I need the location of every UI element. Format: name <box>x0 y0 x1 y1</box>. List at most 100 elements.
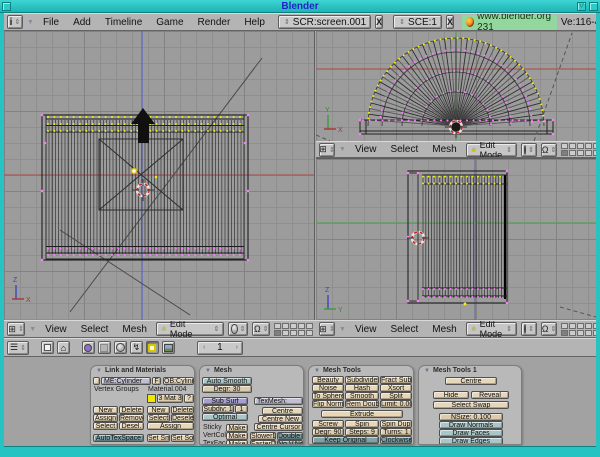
vgroup-select-button[interactable]: Select <box>93 422 118 430</box>
fract-subd-button[interactable]: Fract Subd <box>380 376 412 384</box>
centre-button[interactable]: Centre <box>262 407 303 415</box>
menu-game[interactable]: Game <box>151 17 188 28</box>
mesh-browse-button[interactable] <box>93 377 100 385</box>
turns-field[interactable]: Turns: 1 <box>380 428 412 436</box>
collapse-menus-icon[interactable]: ▼ <box>339 326 346 333</box>
pivot-button[interactable]: Ω⇕ <box>252 322 270 336</box>
vp-menu-view[interactable]: View <box>350 144 382 155</box>
extrude-dup-button[interactable]: Extrude Dup <box>312 444 362 445</box>
layer-toggle[interactable] <box>593 150 596 156</box>
texface-make-button[interactable]: Make <box>226 440 248 445</box>
panel-mesh[interactable]: ▼ Mesh Auto Smooth Degr: 30 Sub Surf Sub… <box>199 365 304 445</box>
scene-context-button[interactable] <box>162 341 175 354</box>
menu-help[interactable]: Help <box>239 17 270 28</box>
subsurf-toggle[interactable]: Sub Surf <box>202 397 248 405</box>
vp-menu-mesh[interactable]: Mesh <box>117 324 151 335</box>
panel-collapse-icon[interactable]: ▼ <box>205 368 211 374</box>
layer-toggle[interactable] <box>298 330 305 336</box>
layer-toggle[interactable] <box>569 330 576 336</box>
draw-normals-toggle[interactable]: Draw Normals <box>439 421 503 429</box>
flip-normals-button[interactable]: Flip Norm <box>312 400 344 408</box>
layer-toggle[interactable] <box>577 143 584 149</box>
vgroup-deselect-button[interactable]: Desel. <box>119 422 144 430</box>
extrude-button[interactable]: Extrude <box>321 410 403 418</box>
to-sphere-button[interactable]: To Sphere <box>312 392 344 400</box>
layer-toggle[interactable] <box>306 330 313 336</box>
mode-dropdown[interactable]: ▲ Edit Mode ⇕ <box>466 143 517 157</box>
menu-timeline[interactable]: Timeline <box>100 17 147 28</box>
panel-header[interactable]: ▼ Link and Materials <box>96 367 166 374</box>
mesh-name-field[interactable]: ME:Cylinder <box>101 377 151 385</box>
window-type-button-buttons[interactable]: ☰ ⇕ <box>7 341 29 355</box>
draw-mode-button[interactable]: ⇕ <box>228 322 248 336</box>
window-shade-button[interactable]: ▽ <box>577 2 586 11</box>
smooth-button[interactable]: Smooth <box>345 392 379 400</box>
vp-menu-view[interactable]: View <box>40 324 72 335</box>
centre-new-button[interactable]: Centre New <box>258 415 303 423</box>
subdiv-render-field[interactable]: 1 <box>235 405 248 413</box>
script-context-button[interactable] <box>98 341 111 354</box>
limit-field[interactable]: Limit: 0.001 <box>380 400 412 408</box>
split-button[interactable]: Split <box>380 392 412 400</box>
faster-draw-button[interactable]: FasterDraw <box>250 440 276 445</box>
double-sided-toggle[interactable]: Double Sided <box>277 432 303 440</box>
window-type-button-3dview[interactable]: ⊞ ⇕ <box>319 322 335 336</box>
pivot-button[interactable]: Ω⇕ <box>541 143 557 157</box>
spin-button[interactable]: Spin <box>345 420 379 428</box>
panel-mesh-tools[interactable]: ▼ Mesh Tools Beauty Subdivide Fract Subd… <box>308 365 414 445</box>
layer-toggle[interactable] <box>298 323 305 329</box>
window-type-button-3dview[interactable]: ⊞ ⇕ <box>7 322 25 336</box>
steps-field[interactable]: Steps: 9 <box>345 428 379 436</box>
layer-toggle[interactable] <box>593 143 596 149</box>
editing-context-button[interactable] <box>146 341 159 354</box>
frame-counter[interactable]: ‹ 1 › <box>197 341 243 355</box>
object-context-button[interactable]: ↯ <box>130 341 143 354</box>
shading-context-button[interactable] <box>114 341 127 354</box>
rem-doubles-button[interactable]: Rem Doub <box>345 400 379 408</box>
object-name-field[interactable]: OB:Cylinder <box>163 377 194 385</box>
layer-toggle[interactable] <box>561 330 568 336</box>
panel-mesh-tools-1[interactable]: ▼ Mesh Tools 1 Centre Hide Reveal Select… <box>418 365 522 445</box>
layer-toggle[interactable] <box>569 143 576 149</box>
vp-menu-select[interactable]: Select <box>385 324 423 335</box>
material-deselect-button[interactable]: Deselect <box>171 414 194 422</box>
screen-selector[interactable]: ⇕ SCR:screen.001 <box>278 15 371 29</box>
layer-toggle[interactable] <box>306 323 313 329</box>
vp-menu-view[interactable]: View <box>350 324 382 335</box>
menu-render[interactable]: Render <box>193 17 236 28</box>
vgroup-remove-button[interactable]: Remove <box>119 414 144 422</box>
vgroup-assign-button[interactable]: Assign <box>93 414 118 422</box>
layer-toggle[interactable] <box>585 330 592 336</box>
collapse-menus-icon[interactable]: ▼ <box>27 19 34 26</box>
panel-header[interactable]: ▼ Mesh Tools 1 <box>424 367 477 374</box>
vertcol-make-button[interactable]: Make <box>226 432 248 440</box>
layer-toggle[interactable] <box>585 150 592 156</box>
window-type-button-info[interactable]: i ⇕ <box>7 15 23 29</box>
scene-selector[interactable]: ⇕ SCE:1 <box>393 15 442 29</box>
panel-header[interactable]: ▼ Mesh <box>205 367 232 374</box>
panel-collapse-icon[interactable]: ▼ <box>314 368 320 374</box>
collapse-menus-icon[interactable]: ▼ <box>29 326 36 333</box>
hash-button[interactable]: Hash <box>345 384 379 392</box>
frame-left-arrow-icon[interactable]: ‹ <box>203 344 205 351</box>
keep-original-toggle[interactable]: Keep Original <box>312 436 379 444</box>
screw-button[interactable]: Screw <box>312 420 344 428</box>
draw-faces-toggle[interactable]: Draw Faces <box>439 429 503 437</box>
scene-close-button[interactable]: X <box>446 15 454 29</box>
spin-dup-button[interactable]: Spin Dup <box>380 420 412 428</box>
autotexspace-toggle[interactable]: AutoTexSpace <box>93 434 144 442</box>
clockwise-toggle[interactable]: Clockwise <box>380 436 412 444</box>
layer-buttons[interactable] <box>561 143 596 156</box>
layer-toggle[interactable] <box>274 330 281 336</box>
frame-right-arrow-icon[interactable]: › <box>236 344 238 351</box>
layer-toggle[interactable] <box>569 323 576 329</box>
layer-toggle[interactable] <box>282 323 289 329</box>
degr-slider[interactable]: Degr: 30 <box>202 385 252 393</box>
layer-toggle[interactable] <box>569 150 576 156</box>
vp-menu-select[interactable]: Select <box>76 324 114 335</box>
panel-link-and-materials[interactable]: ▼ Link and Materials ME:Cylinder F OB:Cy… <box>90 365 195 445</box>
viewport-top[interactable]: YX <box>316 31 596 141</box>
select-swap-button[interactable]: Select Swap <box>433 401 509 409</box>
screen-close-button[interactable]: X <box>375 15 383 29</box>
hide-button[interactable]: Hide <box>433 391 469 399</box>
